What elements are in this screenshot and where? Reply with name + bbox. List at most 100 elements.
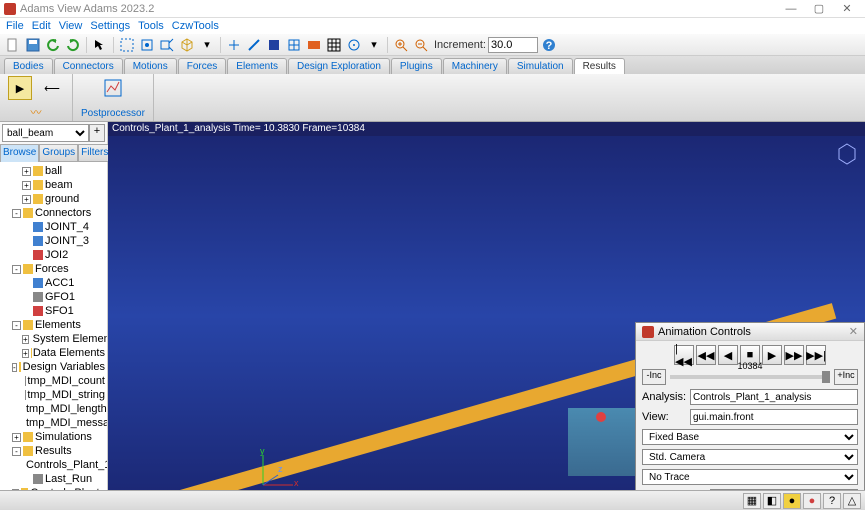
animation-title-bar[interactable]: Animation Controls ✕ [636, 323, 864, 341]
select-icon[interactable] [91, 36, 109, 54]
analysis-field[interactable] [690, 389, 858, 405]
grid-icon[interactable] [325, 36, 343, 54]
tree-item[interactable]: -Forces [2, 262, 105, 276]
tab-plugins[interactable]: Plugins [391, 58, 442, 74]
tree-item[interactable]: JOINT_4 [2, 220, 105, 234]
tree-item[interactable]: +System Elements [2, 332, 105, 346]
measure-icon[interactable] [245, 36, 263, 54]
view-label: View: [642, 411, 686, 423]
fwd-end-icon[interactable]: ▶▶| [806, 345, 826, 365]
tab-design-exploration[interactable]: Design Exploration [288, 58, 390, 74]
status-grid-icon[interactable]: ▦ [743, 493, 761, 509]
close-button[interactable]: ✕ [833, 2, 861, 15]
tab-elements[interactable]: Elements [227, 58, 287, 74]
status-light-icon[interactable]: ● [783, 493, 801, 509]
sidebar-tab-browse[interactable]: Browse [0, 144, 39, 162]
render-solid-icon[interactable] [265, 36, 283, 54]
viewport[interactable]: Controls_Plant_1_analysis Time= 10.3830 … [108, 122, 865, 510]
tree-item[interactable]: Last_Run [2, 472, 105, 486]
step-fwd-icon[interactable]: ▶ [762, 345, 782, 365]
zoom-fit-icon[interactable] [138, 36, 156, 54]
maximize-button[interactable]: ▢ [805, 2, 833, 15]
zoom-window-icon[interactable] [158, 36, 176, 54]
new-icon[interactable] [4, 36, 22, 54]
dec-inc-button[interactable]: -Inc [642, 369, 666, 385]
tree-item[interactable]: tmp_MDI_string [2, 388, 105, 402]
tree-item[interactable]: JOINT_3 [2, 234, 105, 248]
tree-item[interactable]: ACC1 [2, 276, 105, 290]
sidebar-tab-groups[interactable]: Groups [39, 144, 78, 162]
model-dropdown[interactable]: ball_beam [2, 124, 89, 142]
base-dropdown[interactable]: Fixed Base [642, 429, 858, 445]
tree-item[interactable]: +beam [2, 178, 105, 192]
tree-item[interactable]: SFO1 [2, 304, 105, 318]
menu-file[interactable]: File [4, 20, 26, 32]
sidebar-tab-filters[interactable]: Filters [78, 144, 111, 162]
status-triad-icon[interactable]: △ [843, 493, 861, 509]
help-icon[interactable]: ? [540, 36, 558, 54]
rewind-icon[interactable]: ◀◀ [696, 345, 716, 365]
tree-item[interactable]: -Connectors [2, 206, 105, 220]
menu-view[interactable]: View [57, 20, 85, 32]
tree-item[interactable]: tmp_MDI_message [2, 416, 105, 430]
tab-simulation[interactable]: Simulation [508, 58, 573, 74]
view-field[interactable] [690, 409, 858, 425]
postprocessor-icon[interactable] [101, 76, 125, 100]
tree-item[interactable]: JOI2 [2, 248, 105, 262]
status-help-icon[interactable]: ? [823, 493, 841, 509]
render-wire-icon[interactable] [285, 36, 303, 54]
tab-connectors[interactable]: Connectors [54, 58, 123, 74]
tree-item[interactable]: -Elements [2, 318, 105, 332]
tree-item[interactable]: Controls_Plant_1_a [2, 458, 105, 472]
fast-fwd-icon[interactable]: ▶▶ [784, 345, 804, 365]
center-icon[interactable] [345, 36, 363, 54]
tree-item[interactable]: -Results [2, 444, 105, 458]
toggle-dropdown-icon[interactable]: ▾ [365, 36, 383, 54]
tab-forces[interactable]: Forces [178, 58, 227, 74]
animation-icon[interactable]: ▶ [8, 76, 32, 100]
tree-item[interactable]: tmp_MDI_count [2, 374, 105, 388]
increment-label: Increment: [434, 39, 486, 51]
increment-input[interactable] [488, 37, 538, 53]
tree-item[interactable]: GFO1 [2, 290, 105, 304]
rewind-start-icon[interactable]: |◀◀ [674, 345, 694, 365]
tree-item[interactable]: tmp_MDI_length [2, 402, 105, 416]
add-model-button[interactable]: + [89, 124, 105, 142]
tree-item[interactable]: +ball [2, 164, 105, 178]
tab-results[interactable]: Results [574, 58, 625, 74]
redo-icon[interactable] [64, 36, 82, 54]
tree-item[interactable]: +Data Elements [2, 346, 105, 360]
menu-tools[interactable]: Tools [136, 20, 166, 32]
tree-item[interactable]: +ground [2, 192, 105, 206]
tab-bodies[interactable]: Bodies [4, 58, 53, 74]
animation-close-icon[interactable]: ✕ [849, 325, 858, 338]
zoom-in-icon[interactable] [392, 36, 410, 54]
menu-czwtools[interactable]: CzwTools [170, 20, 221, 32]
menu-edit[interactable]: Edit [30, 20, 53, 32]
curve-icon[interactable]: 〰 [24, 100, 48, 124]
tab-machinery[interactable]: Machinery [443, 58, 507, 74]
save-icon[interactable] [24, 36, 42, 54]
step-back-icon[interactable]: ◀ [718, 345, 738, 365]
trace-dropdown[interactable]: No Trace [642, 469, 858, 485]
toggle-visibility-icon[interactable] [305, 36, 323, 54]
tree-item[interactable]: +Simulations [2, 430, 105, 444]
view-cube-icon[interactable] [835, 142, 859, 166]
model-tree[interactable]: +ball+beam+ground-ConnectorsJOINT_4JOINT… [0, 162, 107, 492]
camera-dropdown[interactable]: Std. Camera [642, 449, 858, 465]
undo-icon[interactable] [44, 36, 62, 54]
iso-view-icon[interactable] [178, 36, 196, 54]
status-red-icon[interactable]: ● [803, 493, 821, 509]
align-icon[interactable] [225, 36, 243, 54]
window-select-icon[interactable] [118, 36, 136, 54]
inc-inc-button[interactable]: +Inc [834, 369, 858, 385]
minimize-button[interactable]: — [777, 3, 805, 15]
frame-slider[interactable]: 10384 [670, 375, 830, 379]
menu-settings[interactable]: Settings [88, 20, 132, 32]
tree-item[interactable]: -Design Variables [2, 360, 105, 374]
tab-motions[interactable]: Motions [124, 58, 177, 74]
view-dropdown-icon[interactable]: ▾ [198, 36, 216, 54]
zoom-out-icon[interactable] [412, 36, 430, 54]
measure-review-icon[interactable]: ⟵ [40, 76, 64, 100]
status-view-icon[interactable]: ◧ [763, 493, 781, 509]
